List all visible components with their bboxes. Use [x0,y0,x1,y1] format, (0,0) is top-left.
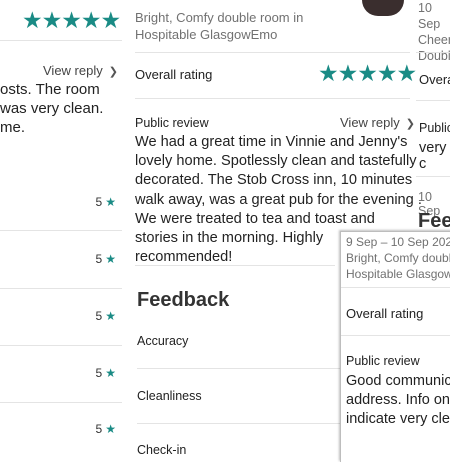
review-line: lovely home. Spotlessly clean and tastef… [135,153,417,170]
view-reply-label: View reply [43,63,103,78]
divider [341,335,450,336]
left-view-reply-link[interactable]: View reply ❯ [43,63,118,78]
score-value: 5 [95,366,103,380]
divider [416,100,450,101]
front-review-text: Good communica address. Info on t indica… [346,372,450,429]
divider [135,265,335,266]
review-line: decorated. The Stob Cross inn, 10 minute… [135,172,413,189]
right-public-label: Public [419,121,450,135]
front-stay-line: Bright, Comfy double [346,251,450,265]
right-date: 10 Sep [418,1,441,31]
front-review-line: address. Info on t [346,392,450,408]
star-icon: ★ [105,422,116,436]
chevron-right-icon: ❯ [405,118,415,130]
front-stay-line: Hospitable Glasgow [346,267,450,281]
star-icon: ★ [105,252,116,266]
host-avatar [362,0,404,16]
star-icon: ★ [105,309,116,323]
front-dates: 9 Sep – 10 Sep 2021 [346,235,450,249]
overall-rating-stars: ★★★★★ [318,60,417,86]
front-review-line: indicate very clea [346,411,450,427]
divider [0,345,122,346]
right-overall-label: Overall [419,72,450,87]
view-reply-label: View reply [340,115,400,130]
stay-description: Bright, Comfy double room in Hospitable … [135,9,303,43]
divider [135,98,410,99]
review-line: We had a great time in Vinnie and Jenny'… [135,134,408,150]
feedback-item-accuracy: Accuracy [137,334,189,348]
right-review-fragment: very c [419,140,447,172]
left-review-line: osts. The room [0,81,100,98]
divider [0,288,122,289]
feedback-item-cleanliness: Cleanliness [137,389,202,403]
front-stay-info: 9 Sep – 10 Sep 2021 Bright, Comfy double… [346,234,450,282]
score-value: 5 [95,252,103,266]
star-icon: ★ [105,195,116,209]
stay-line: Hospitable GlasgowEmo [135,27,278,42]
score-value: 5 [95,309,103,323]
divider [0,402,122,403]
right-stay-line: Cheer [418,33,450,47]
feedback-heading: Feedback [137,289,230,311]
left-review-line: me. [0,119,26,136]
score-value: 5 [95,422,103,436]
review-line: We were treated to tea and toast and [135,210,375,227]
left-review-line: was very clean. [0,100,104,117]
divider [416,176,450,177]
overall-rating-label: Overall rating [135,67,213,82]
front-overall-label: Overall rating [346,306,424,321]
front-review-line: Good communica [346,373,450,389]
chevron-right-icon: ❯ [108,66,118,78]
front-public-label: Public review [346,354,420,368]
left-review-text: osts. The room was very clean. me. [0,80,103,137]
divider [341,287,450,288]
public-review-label: Public review [135,116,209,130]
middle-view-reply-link[interactable]: View reply ❯ [340,115,415,130]
divider [416,52,450,53]
stay-line: Bright, Comfy double room in [135,10,304,25]
divider [0,230,122,231]
star-icon: ★ [105,366,116,380]
feedback-item-checkin: Check-in [137,443,187,457]
overlapping-review-card: 9 Sep – 10 Sep 2021 Bright, Comfy double… [340,231,450,462]
divider [0,40,122,41]
divider [135,52,410,53]
left-rating-stars: ★★★★★ [22,7,121,33]
review-line: walk away, was a great pub for the eveni… [135,191,422,208]
right-stay-line: Doubl [418,49,450,63]
score-value: 5 [95,195,103,209]
divider [137,368,342,369]
right-feedback-heading: Fee [418,210,450,232]
divider [137,423,342,424]
right-stay-info: 10 Sep Cheer Doubl [418,0,450,64]
